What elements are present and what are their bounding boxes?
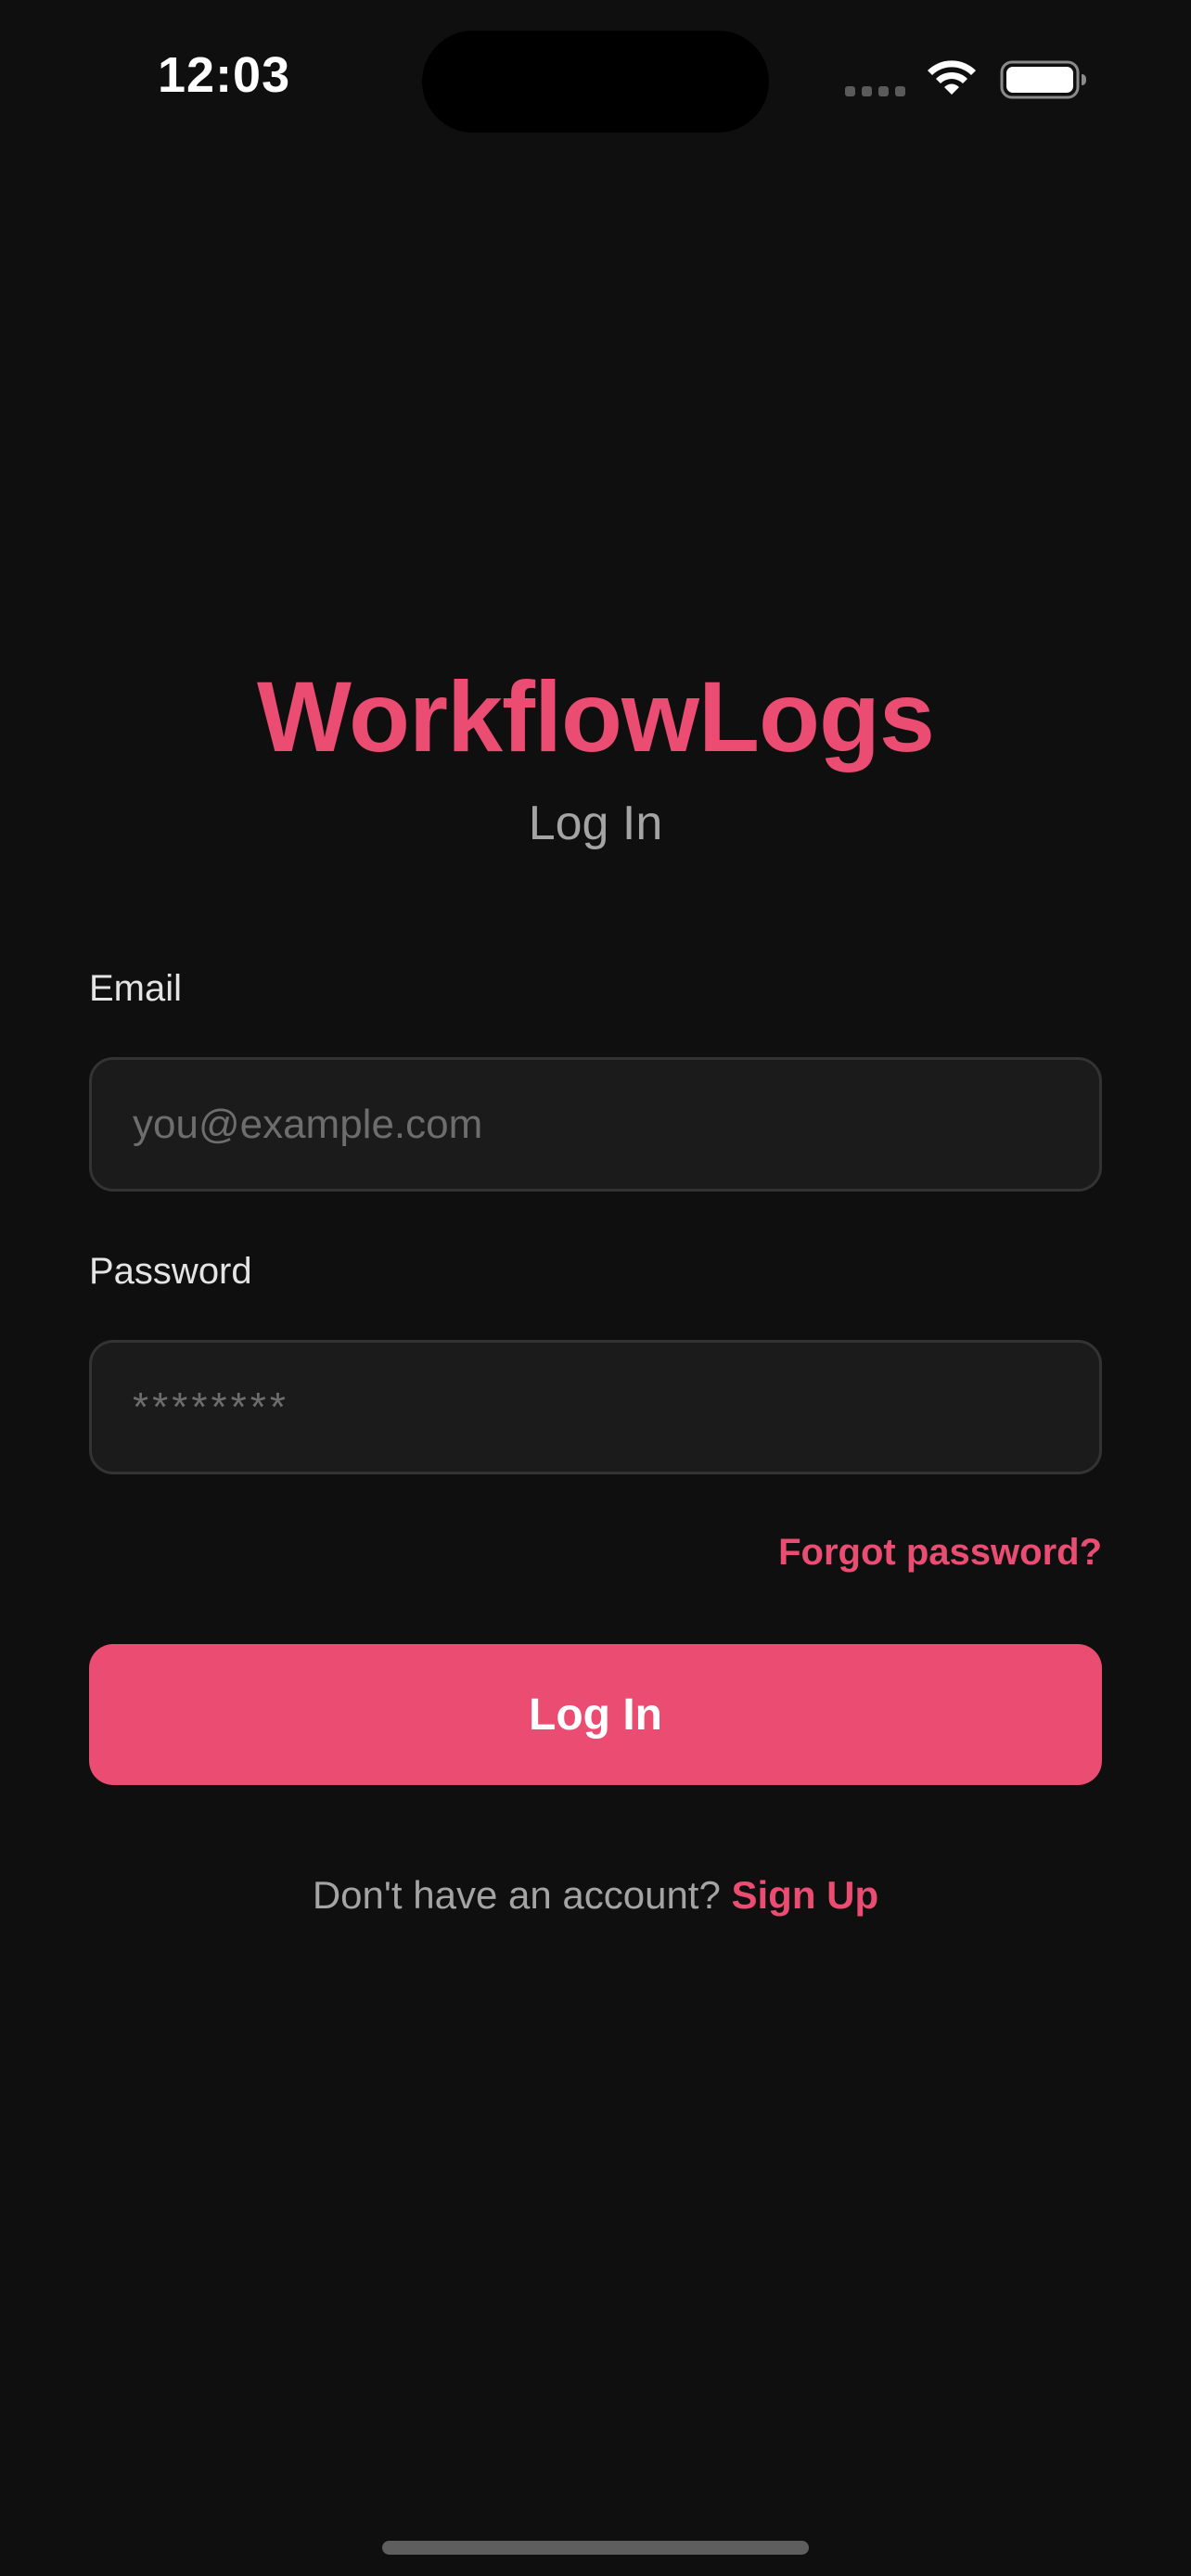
- email-label: Email: [89, 968, 183, 1009]
- signup-prompt: Don't have an account?: [312, 1873, 732, 1917]
- password-field[interactable]: [89, 1340, 1102, 1474]
- signup-row: Don't have an account? Sign Up: [0, 1873, 1191, 1918]
- home-indicator[interactable]: [382, 2541, 809, 2555]
- password-label: Password: [89, 1251, 252, 1292]
- page-title: Log In: [528, 797, 663, 850]
- forgot-password-link[interactable]: Forgot password?: [778, 1532, 1102, 1574]
- sign-up-link[interactable]: Sign Up: [732, 1873, 879, 1917]
- dynamic-island: [422, 31, 769, 133]
- wifi-icon: [928, 60, 976, 95]
- app-title: WorkflowLogs: [257, 660, 935, 772]
- login-button[interactable]: Log In: [89, 1644, 1102, 1785]
- email-field[interactable]: [89, 1057, 1102, 1192]
- status-time: 12:03: [158, 47, 291, 103]
- cellular-signal-icon: [845, 86, 905, 96]
- battery-icon: [1000, 60, 1086, 99]
- login-screen: 12:03 WorkflowLogs Log In Email Password…: [0, 0, 1191, 2576]
